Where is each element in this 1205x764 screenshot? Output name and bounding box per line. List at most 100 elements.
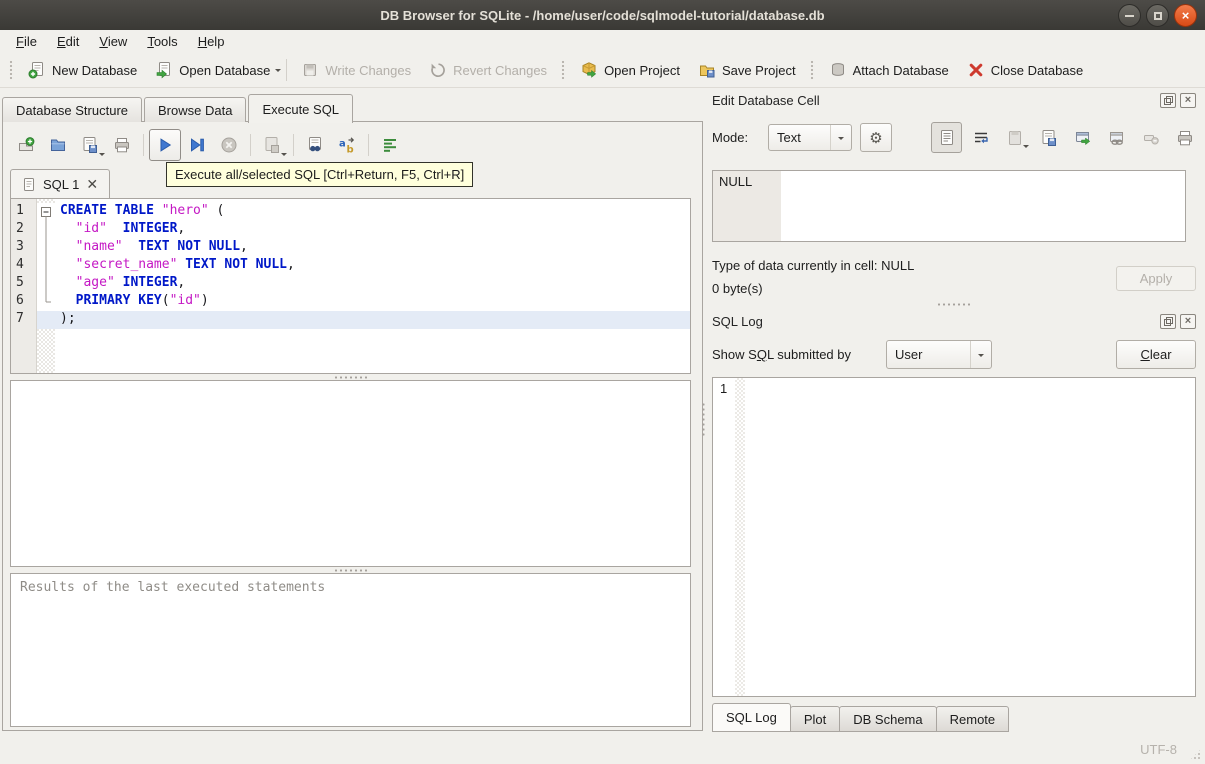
editor-line: "secret_name" TEXT NOT NULL, [37, 257, 690, 275]
new-database-button[interactable]: New Database [19, 57, 146, 83]
write-changes-button: Write Changes [292, 57, 420, 83]
execute-all-icon [156, 136, 174, 154]
menu-help[interactable]: Help [188, 32, 235, 51]
float-icon[interactable] [1160, 314, 1176, 329]
menu-edit[interactable]: Edit [47, 32, 89, 51]
open-project-button[interactable]: Open Project [571, 57, 689, 83]
edit-cell-panel-header: Edit Database Cell × [712, 93, 1196, 108]
save-project-button[interactable]: Save Project [689, 57, 805, 83]
save-sql-file-button[interactable] [74, 129, 106, 161]
execute-all-button[interactable] [149, 129, 181, 161]
toolbar-separator [286, 59, 288, 81]
chevron-down-icon [99, 153, 105, 159]
save-results-button [256, 129, 288, 161]
open-database-icon [155, 61, 173, 79]
print-button[interactable] [106, 129, 138, 161]
close-sql-tab-icon[interactable]: ✕ [86, 176, 98, 193]
chevron-down-icon [830, 125, 851, 150]
title-bar[interactable]: DB Browser for SQLite - /home/user/code/… [0, 0, 1205, 30]
format-sql-button[interactable] [374, 129, 406, 161]
menu-view[interactable]: View [89, 32, 137, 51]
export-data-button[interactable] [1033, 122, 1064, 153]
sql-editor[interactable]: 1 2 3 4 5 6 7 CREATE TABLE "hero" ( "id" INTEG… [10, 198, 691, 374]
cell-size-info: 0 byte(s) [712, 281, 763, 296]
replace-button[interactable]: ab [331, 129, 363, 161]
tab-execute-sql[interactable]: Execute SQL [248, 94, 354, 123]
close-icon[interactable]: × [1180, 93, 1196, 108]
chevron-down-icon[interactable] [275, 69, 282, 75]
revert-changes-icon [429, 61, 447, 79]
resize-grip-icon[interactable] [1189, 748, 1202, 761]
toolbar-handle[interactable] [9, 60, 14, 80]
sql-toolbar: ab [10, 129, 406, 161]
toolbar-handle[interactable] [561, 60, 567, 80]
menu-tools[interactable]: Tools [137, 32, 187, 51]
fold-marker-icon [37, 239, 55, 257]
toolbar-handle[interactable] [809, 60, 815, 80]
line-number: 6 [16, 293, 24, 308]
new-sql-tab-button[interactable] [10, 129, 42, 161]
print-button[interactable] [1169, 122, 1200, 153]
dock-tab-plot[interactable]: Plot [789, 706, 841, 732]
execute-line-button[interactable] [181, 129, 213, 161]
auto-switch-mode-button[interactable]: ⚙ [860, 123, 892, 152]
line-number: 4 [16, 257, 24, 272]
open-sql-file-icon [49, 136, 67, 154]
import-data-button [999, 122, 1030, 153]
close-database-icon [967, 61, 985, 79]
find-button[interactable] [299, 129, 331, 161]
editor-line: CREATE TABLE "hero" ( [37, 203, 690, 221]
fold-marker-icon[interactable] [37, 203, 55, 221]
encoding-indicator[interactable]: UTF-8 [1140, 742, 1177, 757]
new-sql-tab-icon [17, 136, 35, 154]
mode-label: Mode: [712, 130, 749, 145]
open-external-icon [1074, 129, 1092, 147]
mode-combobox-value: Text [777, 130, 801, 145]
dock-tab-remote[interactable]: Remote [935, 706, 1010, 732]
editor-line: PRIMARY KEY("id") [37, 293, 690, 311]
cell-value-text: NULL [713, 171, 781, 241]
attach-database-icon [829, 61, 847, 79]
fold-marker-icon [37, 275, 55, 293]
tab-browse-data[interactable]: Browse Data [144, 97, 247, 122]
write-changes-label: Write Changes [325, 62, 412, 78]
float-icon[interactable] [1160, 93, 1176, 108]
open-database-button[interactable]: Open Database [146, 57, 279, 83]
cell-value-editor[interactable]: NULL [712, 170, 1186, 242]
text-mode-button[interactable] [931, 122, 962, 153]
code-text: ); [60, 311, 76, 326]
print-icon [1176, 129, 1194, 147]
editor-line: "id" INTEGER, [37, 221, 690, 239]
sql-log-filter-label: Show SQL submitted by [712, 347, 851, 362]
tab-database-structure[interactable]: Database Structure [2, 97, 143, 122]
sql-file-tab[interactable]: SQL 1 ✕ [10, 169, 111, 198]
toolbar-separator [368, 134, 369, 156]
close-button[interactable]: × [1174, 4, 1197, 27]
menu-file[interactable]: File [6, 32, 47, 51]
maximize-button[interactable] [1146, 4, 1169, 27]
word-wrap-button[interactable] [965, 122, 996, 153]
dock-tab-db-schema[interactable]: DB Schema [839, 706, 937, 732]
clear-log-button[interactable]: Clear [1116, 340, 1196, 369]
stop-button [213, 129, 245, 161]
sql-log-filter-combobox[interactable]: User [886, 340, 992, 369]
link-button[interactable] [1101, 122, 1132, 153]
dock-panel-splitter[interactable] [712, 301, 1196, 307]
menu-bar: File Edit View Tools Help [0, 30, 1205, 53]
dock-tab-sql-log[interactable]: SQL Log [712, 703, 791, 732]
toolbar-separator [250, 134, 251, 156]
attach-database-button[interactable]: Attach Database [820, 57, 958, 83]
open-sql-file-button[interactable] [42, 129, 74, 161]
open-external-button[interactable] [1067, 122, 1098, 153]
minimize-button[interactable] [1118, 4, 1141, 27]
toolbar-separator [293, 134, 294, 156]
edit-cell-panel-title: Edit Database Cell [712, 93, 820, 108]
revert-changes-label: Revert Changes [453, 62, 548, 78]
close-database-button[interactable]: Close Database [958, 57, 1093, 83]
main-tab-bar: Database Structure Browse Data Execute SQL [2, 94, 355, 123]
line-number: 5 [16, 275, 24, 290]
mode-combobox[interactable]: Text [768, 124, 852, 151]
results-message-pane: Results of the last executed statements [10, 573, 691, 727]
close-icon[interactable]: × [1180, 314, 1196, 329]
line-number: 2 [16, 221, 24, 236]
